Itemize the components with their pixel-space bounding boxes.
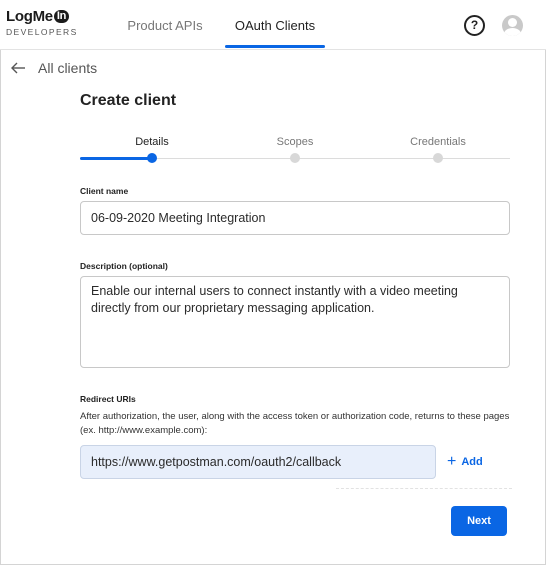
tab-oauth-clients[interactable]: OAuth Clients xyxy=(225,0,325,50)
logo[interactable]: LogMe In DEVELOPERS xyxy=(6,8,78,37)
page-title: Create client xyxy=(80,92,177,109)
plus-icon: + xyxy=(447,453,457,470)
step-credentials-dot xyxy=(433,153,443,163)
redirect-uri-input[interactable]: https://www.getpostman.com/oauth2/callba… xyxy=(80,445,436,479)
add-redirect-button[interactable]: + Add xyxy=(447,453,483,470)
top-nav: LogMe In DEVELOPERS Product APIs OAuth Cl… xyxy=(0,0,546,50)
step-details-dot xyxy=(147,153,157,163)
logo-badge: In xyxy=(53,10,70,23)
stepper-progress xyxy=(80,157,152,160)
step-scopes-dot xyxy=(290,153,300,163)
description-textarea[interactable]: Enable our internal users to connect ins… xyxy=(80,276,510,368)
add-label: Add xyxy=(461,456,483,468)
avatar-body xyxy=(504,28,521,36)
active-tab-indicator xyxy=(225,45,325,48)
redirect-help-text: After authorization, the user, along wit… xyxy=(80,411,510,436)
step-scopes-label: Scopes xyxy=(276,136,314,148)
help-icon[interactable]: ? xyxy=(464,15,485,36)
logo-text: LogMe xyxy=(6,8,53,25)
logo-subtitle: DEVELOPERS xyxy=(6,27,78,37)
next-button[interactable]: Next xyxy=(451,506,507,536)
arrow-left-icon xyxy=(10,61,26,75)
step-details-label: Details xyxy=(135,136,169,148)
back-label: All clients xyxy=(38,60,98,76)
description-label: Description (optional) xyxy=(80,261,168,271)
divider xyxy=(336,488,512,489)
redirect-uris-label: Redirect URIs xyxy=(80,394,136,404)
stepper: Details Scopes Credentials xyxy=(80,130,510,166)
back-to-all-clients[interactable]: All clients xyxy=(10,60,97,76)
tab-product-apis[interactable]: Product APIs xyxy=(120,0,210,50)
avatar[interactable] xyxy=(502,15,523,36)
step-credentials-label: Credentials xyxy=(410,136,466,148)
client-name-input[interactable]: 06-09-2020 Meeting Integration xyxy=(80,201,510,235)
avatar-head xyxy=(508,18,517,27)
client-name-label: Client name xyxy=(80,186,129,196)
